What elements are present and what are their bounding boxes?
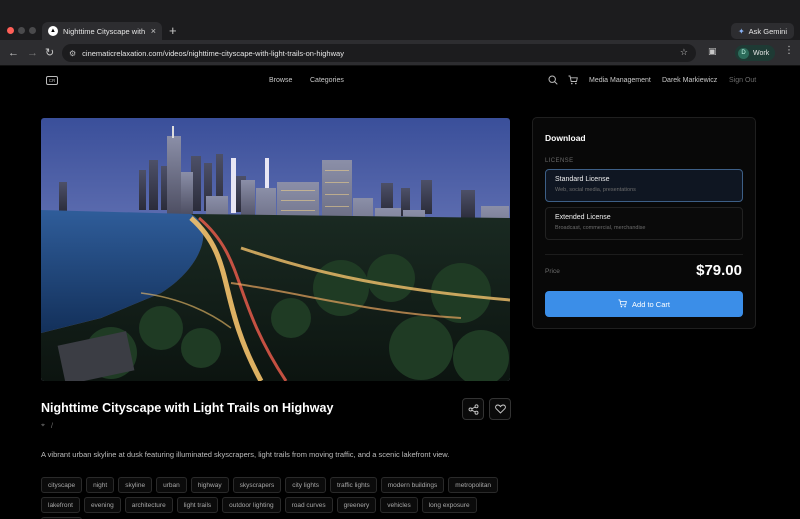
extended-license-option[interactable]: Extended License Broadcast, commercial, … — [545, 207, 743, 240]
tag-chip[interactable]: greenery — [336, 497, 377, 513]
tag-chip[interactable]: highway — [190, 477, 229, 493]
tab-close-icon[interactable]: × — [151, 26, 156, 36]
user-name-link[interactable]: Darek Markiewicz — [662, 77, 717, 84]
license-description: Broadcast, commercial, merchandise — [555, 225, 646, 231]
sign-out-link[interactable]: Sign Out — [729, 77, 756, 84]
tab-title: Nighttime Cityscape with Lig — [63, 26, 147, 36]
tag-chip[interactable]: city lights — [285, 477, 326, 493]
tag-chip[interactable]: metropolitan — [448, 477, 499, 493]
divider — [545, 254, 743, 255]
tag-chip[interactable]: vehicles — [380, 497, 418, 513]
tag-chip[interactable]: outdoor lighting — [222, 497, 281, 513]
add-to-cart-label: Add to Cart — [632, 299, 670, 309]
tag-chip[interactable]: lakefront — [41, 497, 80, 513]
share-button[interactable] — [462, 398, 484, 420]
search-icon[interactable] — [548, 75, 558, 88]
tag-chip[interactable]: long exposure — [421, 497, 477, 513]
nav-categories[interactable]: Categories — [310, 77, 344, 84]
forward-icon[interactable]: → — [27, 45, 38, 61]
kebab-menu-icon[interactable]: ⋮ — [784, 45, 794, 56]
nav-browse[interactable]: Browse — [269, 77, 292, 84]
ask-gemini-label: Ask Gemini — [748, 26, 787, 36]
tag-chip[interactable]: cityscape — [41, 477, 83, 493]
browser-tab[interactable]: ▲ Nighttime Cityscape with Lig × — [42, 22, 162, 40]
favorite-button[interactable] — [489, 398, 511, 420]
new-tab-button[interactable]: + — [169, 22, 177, 40]
location-pin-icon: ⌖ — [41, 422, 45, 429]
browser-tab-bar: ▲ Nighttime Cityscape with Lig × + ✦ Ask… — [0, 0, 800, 40]
profile-avatar: D — [738, 47, 749, 59]
tag-chip[interactable]: urban — [156, 477, 187, 493]
license-name: Standard License — [555, 176, 610, 183]
tag-chip[interactable]: skyscrapers — [232, 477, 282, 493]
tag-chip[interactable]: light trails — [176, 497, 219, 513]
add-to-cart-button[interactable]: Add to Cart — [545, 291, 743, 317]
heart-icon — [494, 404, 506, 414]
license-description: Web, social media, presentations — [555, 187, 636, 193]
address-bar[interactable]: ⚙ cinematicrelaxation.com/videos/nightti… — [62, 44, 696, 62]
download-panel: Download LICENSE Standard License Web, s… — [532, 117, 756, 329]
tag-chip[interactable]: night — [86, 477, 115, 493]
window-minimize-button[interactable] — [18, 27, 25, 34]
standard-license-option[interactable]: Standard License Web, social media, pres… — [545, 169, 743, 202]
price-value: $79.00 — [696, 262, 742, 279]
cart-icon[interactable] — [568, 75, 578, 88]
location-text: / — [50, 422, 53, 430]
video-title: Nighttime Cityscape with Light Trails on… — [41, 401, 334, 415]
site-logo[interactable]: CR — [46, 76, 58, 85]
tag-chip[interactable]: evening — [83, 497, 121, 513]
window-zoom-button[interactable] — [29, 27, 36, 34]
cart-icon — [618, 298, 627, 310]
url-text: cinematicrelaxation.com/videos/nighttime… — [82, 48, 344, 58]
site-header: CR Browse Categories Media Management Da… — [0, 67, 800, 97]
video-location: ⌖ / — [41, 422, 53, 430]
tag-chip[interactable]: road curves — [284, 497, 333, 513]
window-close-button[interactable] — [7, 27, 14, 34]
video-description: A vibrant urban skyline at dusk featurin… — [41, 450, 450, 459]
media-management-link[interactable]: Media Management — [589, 77, 651, 84]
tag-chip[interactable]: skyline — [118, 477, 153, 493]
tag-chip[interactable]: modern buildings — [380, 477, 445, 493]
browser-toolbar: ← → ↻ ⚙ cinematicrelaxation.com/videos/n… — [0, 40, 800, 66]
license-label: LICENSE — [545, 158, 574, 164]
site-info-icon[interactable]: ⚙ — [69, 49, 76, 58]
tag-list: cityscape night skyline urban highway skyscra… — [41, 477, 511, 519]
gemini-sparkle-icon: ✦ — [737, 26, 745, 36]
reload-icon[interactable]: ↻ — [45, 45, 54, 61]
ask-gemini-button[interactable]: ✦ Ask Gemini — [730, 23, 794, 39]
profile-label: Work — [753, 49, 770, 57]
sidebar-icon[interactable]: ▣ — [708, 46, 717, 57]
tag-chip[interactable]: architecture — [124, 497, 173, 513]
price-label: Price — [545, 268, 560, 275]
share-icon — [468, 403, 478, 415]
download-title: Download — [545, 133, 586, 143]
profile-button[interactable]: D Work — [735, 45, 775, 61]
tab-favicon-icon: ▲ — [48, 26, 58, 36]
back-icon[interactable]: ← — [8, 45, 19, 61]
tag-chip[interactable]: traffic lights — [330, 477, 377, 493]
license-name: Extended License — [555, 214, 611, 221]
bookmark-star-icon[interactable]: ☆ — [680, 47, 688, 58]
video-preview-image[interactable] — [41, 118, 510, 381]
